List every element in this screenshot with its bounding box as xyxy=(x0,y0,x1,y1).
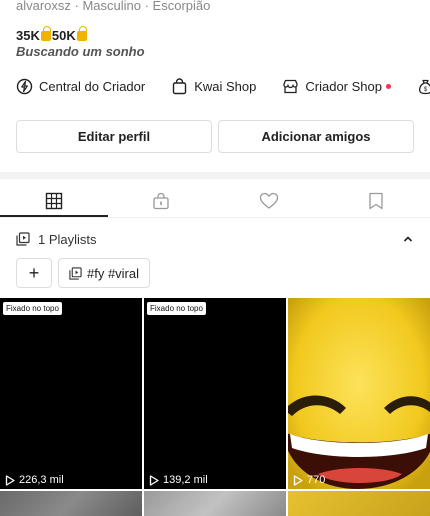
shopping-bag-icon xyxy=(173,77,187,94)
play-icon xyxy=(5,474,15,486)
playlists-count: 1 Playlists xyxy=(38,231,97,247)
shortcut-central-do-criador[interactable]: Central do Criador xyxy=(16,78,145,95)
bio-line-1: 35K 50K xyxy=(16,26,88,43)
laughing-emoji-image xyxy=(288,298,430,489)
notification-dot xyxy=(385,83,391,89)
bio-line-2: Buscando um sonho xyxy=(16,44,145,59)
shortcut-kwai-shop[interactable]: Kwai Shop xyxy=(171,77,257,95)
heart-icon xyxy=(259,192,278,209)
tab-divider xyxy=(0,217,430,218)
store-icon xyxy=(283,79,299,93)
video-thumbnail[interactable] xyxy=(288,491,430,516)
video-thumbnail[interactable]: Fixado no topo 139,2 mil xyxy=(144,298,286,489)
video-grid: Fixado no topo 226,3 mil Fixado no topo … xyxy=(0,298,430,516)
tab-liked[interactable] xyxy=(215,184,323,218)
chevron-up-icon[interactable] xyxy=(402,233,414,245)
tab-videos[interactable] xyxy=(0,184,108,218)
lock-emoji-icon xyxy=(40,26,51,41)
tab-saved[interactable] xyxy=(323,184,430,218)
svg-text:$: $ xyxy=(424,87,428,93)
pinned-badge: Fixado no topo xyxy=(3,302,62,315)
lock-icon xyxy=(153,192,169,210)
money-bag-icon: $ xyxy=(418,79,430,94)
view-count: 226,3 mil xyxy=(5,474,64,486)
bio-count-b: 50K xyxy=(51,28,76,43)
bookmark-icon xyxy=(369,192,383,210)
view-count: 770 xyxy=(293,474,325,486)
shortcut-row: Central do Criador Kwai Shop Criador Sho… xyxy=(0,74,430,98)
shortcut-label: Criador Shop xyxy=(305,78,382,94)
shortcut-k[interactable]: $ K xyxy=(417,78,430,95)
video-thumbnail[interactable] xyxy=(144,491,286,516)
edit-profile-button[interactable]: Editar perfil xyxy=(16,120,212,153)
pinned-badge: Fixado no topo xyxy=(147,302,206,315)
lightning-icon xyxy=(16,78,33,94)
section-divider xyxy=(0,172,430,179)
playlist-icon xyxy=(16,232,30,246)
video-thumbnail[interactable] xyxy=(0,491,142,516)
shortcut-criador-shop[interactable]: Criador Shop xyxy=(282,78,391,95)
tab-private[interactable] xyxy=(108,184,216,218)
playlist-icon xyxy=(69,266,82,280)
add-playlist-button[interactable]: + xyxy=(16,258,52,288)
view-count: 139,2 mil xyxy=(149,474,208,486)
shortcut-label: Kwai Shop xyxy=(194,78,257,94)
content-tabs xyxy=(0,184,430,218)
play-icon xyxy=(293,474,303,486)
bio-count-a: 35K xyxy=(16,28,40,43)
playlist-chip-label: #fy #viral xyxy=(86,265,140,281)
video-thumbnail[interactable]: Fixado no topo 226,3 mil xyxy=(0,298,142,489)
grid-icon xyxy=(45,192,62,210)
shortcut-label: Central do Criador xyxy=(39,78,146,94)
play-icon xyxy=(149,474,159,486)
profile-meta: alvaroxsz · Masculino · Escorpião xyxy=(16,0,211,13)
playlist-chip[interactable]: #fy #viral xyxy=(58,258,150,288)
video-thumbnail[interactable]: 770 xyxy=(288,298,430,489)
lock-emoji-icon xyxy=(76,26,87,41)
add-friends-button[interactable]: Adicionar amigos xyxy=(218,120,414,153)
playlists-header[interactable]: 1 Playlists xyxy=(16,230,414,248)
